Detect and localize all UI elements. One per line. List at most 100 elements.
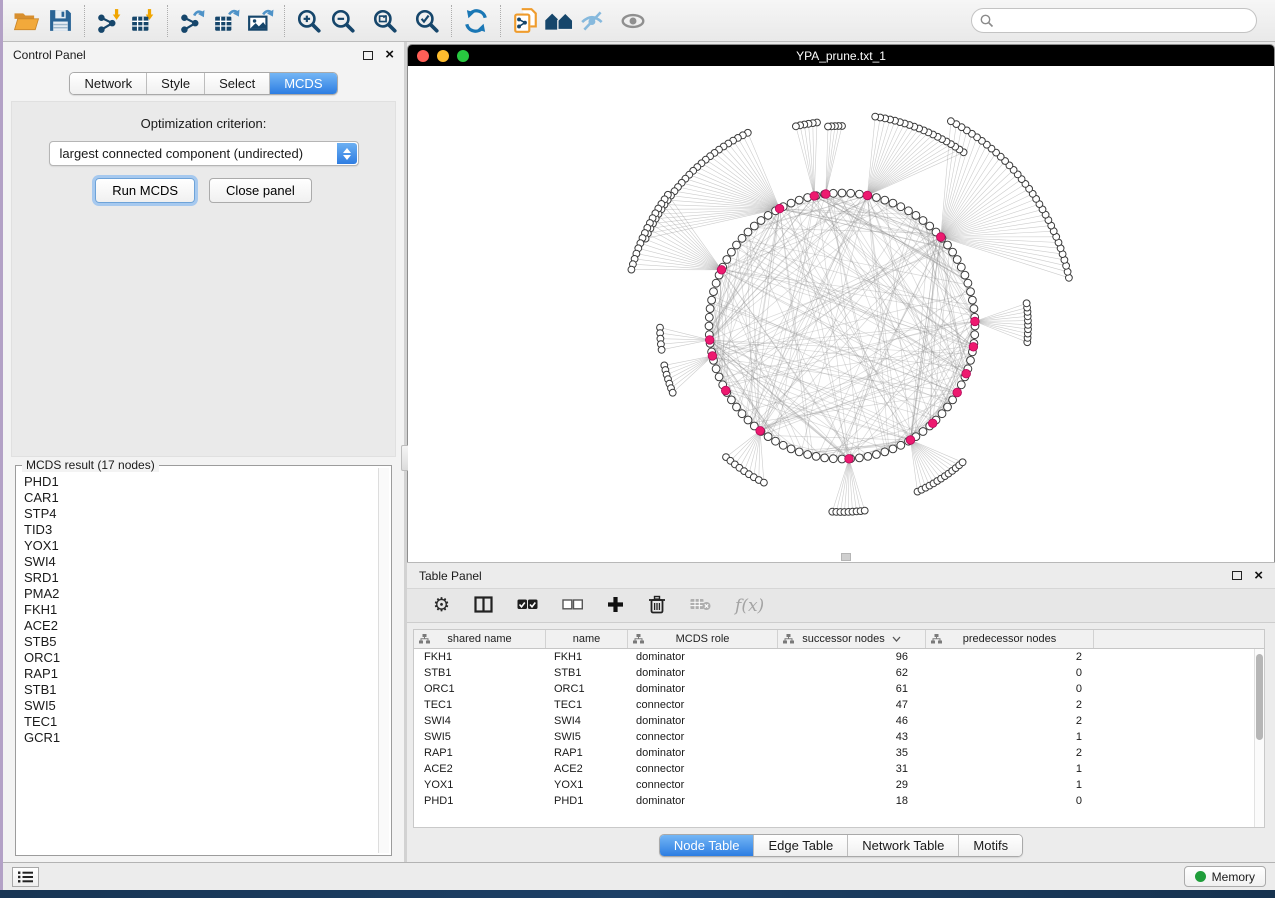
search-input[interactable]	[994, 14, 1248, 28]
tab-node-table[interactable]: Node Table	[660, 835, 755, 856]
table-cell: connector	[628, 779, 778, 791]
duplicate-network-button[interactable]	[508, 4, 542, 38]
open-file-button[interactable]	[9, 4, 43, 38]
export-table-button[interactable]	[209, 4, 243, 38]
table-cell: RAP1	[546, 747, 628, 759]
first-neighbors-button[interactable]	[542, 4, 576, 38]
mcds-result-item[interactable]: RAP1	[24, 666, 378, 682]
select-all-icon[interactable]	[517, 598, 538, 614]
column-header-successor-nodes[interactable]: successor nodes	[778, 630, 926, 648]
float-table-panel-icon[interactable]	[1232, 571, 1242, 580]
tab-style[interactable]: Style	[147, 73, 205, 94]
table-row[interactable]: ACE2ACE2connector311	[414, 761, 1264, 777]
mcds-result-item[interactable]: FKH1	[24, 602, 378, 618]
zoom-in-button[interactable]	[292, 4, 326, 38]
float-panel-icon[interactable]	[363, 51, 373, 60]
search-box[interactable]	[971, 8, 1257, 33]
mcds-result-item[interactable]: SRD1	[24, 570, 378, 586]
delete-table-icon	[690, 597, 711, 614]
close-table-panel-icon[interactable]: ×	[1254, 571, 1263, 581]
table-row[interactable]: SWI5SWI5connector431	[414, 729, 1264, 745]
mcds-result-item[interactable]: ORC1	[24, 650, 378, 666]
panel-splitter[interactable]	[404, 42, 407, 862]
table-cell: dominator	[628, 667, 778, 679]
canvas-splitter-grip[interactable]	[841, 553, 851, 561]
mcds-result-item[interactable]: STB1	[24, 682, 378, 698]
import-network-button[interactable]	[92, 4, 126, 38]
table-row[interactable]: PHD1PHD1dominator180	[414, 793, 1264, 809]
column-header-predecessor-nodes[interactable]: predecessor nodes	[926, 630, 1094, 648]
table-cell: 0	[926, 795, 1094, 807]
table-row[interactable]: YOX1YOX1connector291	[414, 777, 1264, 793]
show-all-button[interactable]	[616, 4, 650, 38]
close-panel-button[interactable]: Close panel	[209, 178, 312, 203]
table-cell: ACE2	[546, 763, 628, 775]
zoom-out-button[interactable]	[326, 4, 360, 38]
column-type-icon	[783, 634, 794, 644]
show-columns-icon[interactable]	[474, 596, 493, 616]
network-window-title: YPA_prune.txt_1	[408, 49, 1274, 63]
network-canvas[interactable]	[408, 66, 1274, 562]
apply-layout-button[interactable]	[459, 4, 493, 38]
tab-select[interactable]: Select	[205, 73, 270, 94]
select-stepper-icon	[337, 143, 357, 164]
table-row[interactable]: FKH1FKH1dominator962	[414, 649, 1264, 665]
table-cell: connector	[628, 731, 778, 743]
table-row[interactable]: STB1STB1dominator620	[414, 665, 1264, 681]
eye-slash-icon	[580, 9, 606, 33]
close-panel-icon[interactable]: ×	[385, 50, 394, 60]
tab-edge-table[interactable]: Edge Table	[754, 835, 848, 856]
mcds-result-item[interactable]: STP4	[24, 506, 378, 522]
table-row[interactable]: SWI4SWI4dominator462	[414, 713, 1264, 729]
tab-mcds[interactable]: MCDS	[270, 73, 336, 94]
show-panels-button[interactable]	[12, 867, 39, 887]
table-row[interactable]: TEC1TEC1connector472	[414, 697, 1264, 713]
tab-network-table[interactable]: Network Table	[848, 835, 959, 856]
add-column-icon[interactable]	[607, 596, 624, 616]
table-vertical-scrollbar[interactable]	[1254, 649, 1264, 827]
table-cell: 2	[926, 715, 1094, 727]
network-graph[interactable]	[408, 66, 1274, 562]
network-window-titlebar[interactable]: YPA_prune.txt_1	[408, 45, 1274, 66]
mcds-result-item[interactable]: YOX1	[24, 538, 378, 554]
column-header-name[interactable]: name	[546, 630, 628, 648]
mcds-result-list[interactable]: PHD1CAR1STP4TID3YOX1SWI4SRD1PMA2FKH1ACE2…	[16, 466, 378, 855]
table-cell: SWI4	[414, 715, 546, 727]
zoom-selected-button[interactable]	[410, 4, 444, 38]
mcds-result-item[interactable]: SWI4	[24, 554, 378, 570]
column-header-shared-name[interactable]: shared name	[414, 630, 546, 648]
toolbar-separator	[167, 5, 168, 37]
table-panel-title: Table Panel	[419, 569, 482, 583]
mcds-result-item[interactable]: TEC1	[24, 714, 378, 730]
table-row[interactable]: ORC1ORC1dominator610	[414, 681, 1264, 697]
deselect-all-icon[interactable]	[562, 598, 583, 614]
table-cell: dominator	[628, 715, 778, 727]
mcds-result-item[interactable]: TID3	[24, 522, 378, 538]
tab-network[interactable]: Network	[70, 73, 147, 94]
toolbar-separator	[500, 5, 501, 37]
import-table-button[interactable]	[126, 4, 160, 38]
zoom-fit-button[interactable]	[368, 4, 402, 38]
mcds-result-item[interactable]: CAR1	[24, 490, 378, 506]
control-panel-title: Control Panel	[13, 48, 86, 62]
table-row[interactable]: RAP1RAP1dominator352	[414, 745, 1264, 761]
column-header-mcds-role[interactable]: MCDS role	[628, 630, 778, 648]
mcds-list-scrollbar[interactable]	[378, 468, 389, 853]
scrollbar-thumb[interactable]	[1256, 654, 1263, 740]
criterion-select[interactable]: largest connected component (undirected)	[49, 141, 359, 166]
memory-button[interactable]: Memory	[1184, 866, 1266, 887]
run-mcds-button[interactable]: Run MCDS	[95, 178, 195, 203]
mcds-result-item[interactable]: PHD1	[24, 474, 378, 490]
save-session-button[interactable]	[43, 4, 77, 38]
export-image-button[interactable]	[243, 4, 277, 38]
tab-motifs[interactable]: Motifs	[959, 835, 1022, 856]
mcds-result-item[interactable]: GCR1	[24, 730, 378, 746]
delete-columns-icon[interactable]	[648, 595, 666, 617]
mcds-result-item[interactable]: STB5	[24, 634, 378, 650]
hide-selected-button[interactable]	[576, 4, 610, 38]
mcds-result-item[interactable]: PMA2	[24, 586, 378, 602]
export-network-button[interactable]	[175, 4, 209, 38]
table-settings-icon[interactable]: ⚙	[433, 596, 450, 615]
mcds-result-item[interactable]: ACE2	[24, 618, 378, 634]
mcds-result-item[interactable]: SWI5	[24, 698, 378, 714]
